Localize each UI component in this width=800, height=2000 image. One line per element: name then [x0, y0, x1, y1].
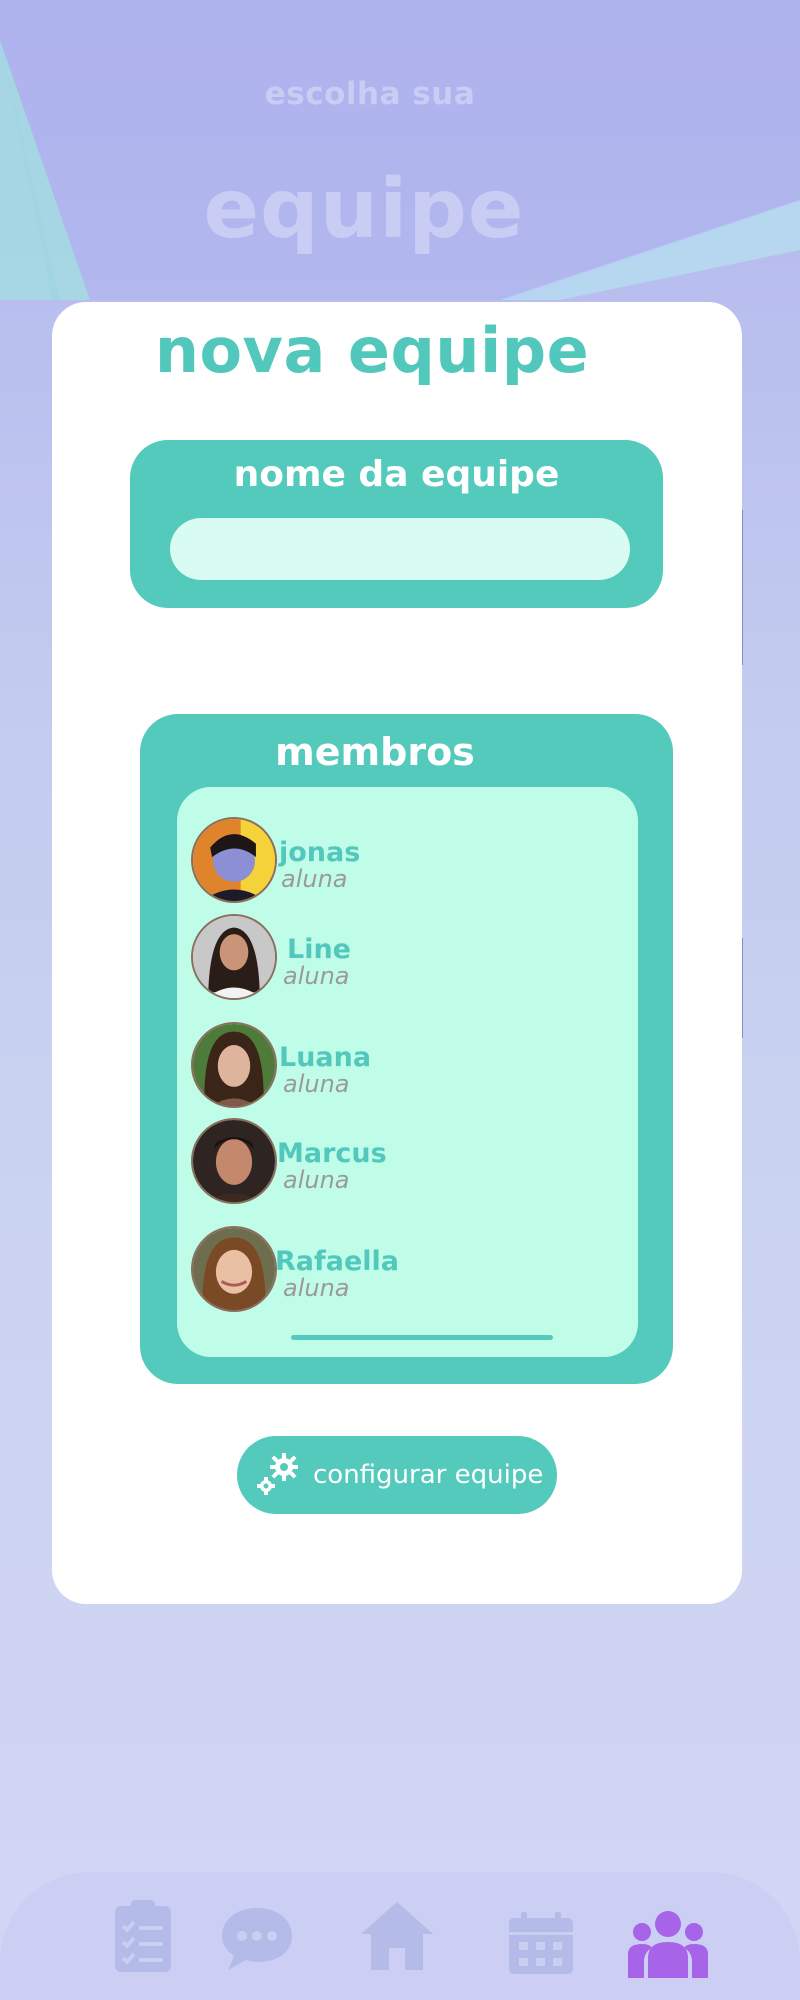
member-name: Rafaella	[275, 1246, 400, 1277]
members-label: membros	[275, 730, 475, 774]
users-group-icon	[628, 1911, 708, 1978]
team-name-panel: nome da equipe	[130, 440, 663, 608]
team-name-input[interactable]	[170, 518, 630, 580]
configure-team-button[interactable]: configurar equipe	[237, 1436, 557, 1514]
avatar	[191, 1022, 277, 1108]
bottom-navigation	[0, 1872, 800, 2000]
avatar	[191, 1118, 277, 1204]
new-team-card: nova equipe nome da equipe membros jonas…	[52, 302, 742, 1604]
member-name: Marcus	[277, 1138, 387, 1169]
list-item[interactable]: Line aluna	[191, 914, 611, 1000]
avatar	[191, 817, 277, 903]
configure-team-label: configurar equipe	[313, 1460, 544, 1490]
members-list[interactable]: jonas aluna Line aluna Luana aluna Marcu…	[177, 787, 638, 1357]
card-title: nova equipe	[154, 314, 590, 387]
avatar	[191, 1226, 277, 1312]
nav-team[interactable]	[626, 1908, 710, 1980]
nav-chat[interactable]	[220, 1906, 294, 1972]
nav-calendar[interactable]	[507, 1912, 575, 1976]
members-panel: membros jonas aluna Line aluna Luana alu…	[140, 714, 673, 1384]
member-role: aluna	[281, 865, 348, 893]
list-item[interactable]: Luana aluna	[191, 1022, 611, 1108]
header-subtitle: escolha sua	[264, 76, 476, 112]
member-name: jonas	[279, 837, 361, 868]
scrollbar[interactable]	[291, 1335, 553, 1340]
nav-home[interactable]	[359, 1900, 435, 1972]
member-role: aluna	[283, 1070, 350, 1098]
list-item[interactable]: Rafaella aluna	[191, 1226, 611, 1312]
member-role: aluna	[283, 962, 350, 990]
header-title: equipe	[203, 162, 525, 257]
chat-bubble-icon	[222, 1908, 292, 1970]
member-role: aluna	[283, 1274, 350, 1302]
list-item[interactable]: Marcus aluna	[191, 1118, 611, 1204]
list-item[interactable]: jonas aluna	[191, 817, 611, 903]
calendar-icon	[509, 1912, 573, 1974]
gears-icon	[257, 1453, 298, 1495]
avatar	[191, 914, 277, 1000]
member-name: Luana	[279, 1042, 372, 1073]
nav-tasks[interactable]	[113, 1898, 173, 1974]
member-name: Line	[287, 934, 351, 965]
member-role: aluna	[283, 1166, 350, 1194]
team-name-label: nome da equipe	[233, 454, 560, 495]
home-icon	[361, 1902, 433, 1970]
clipboard-list-icon	[115, 1900, 171, 1972]
